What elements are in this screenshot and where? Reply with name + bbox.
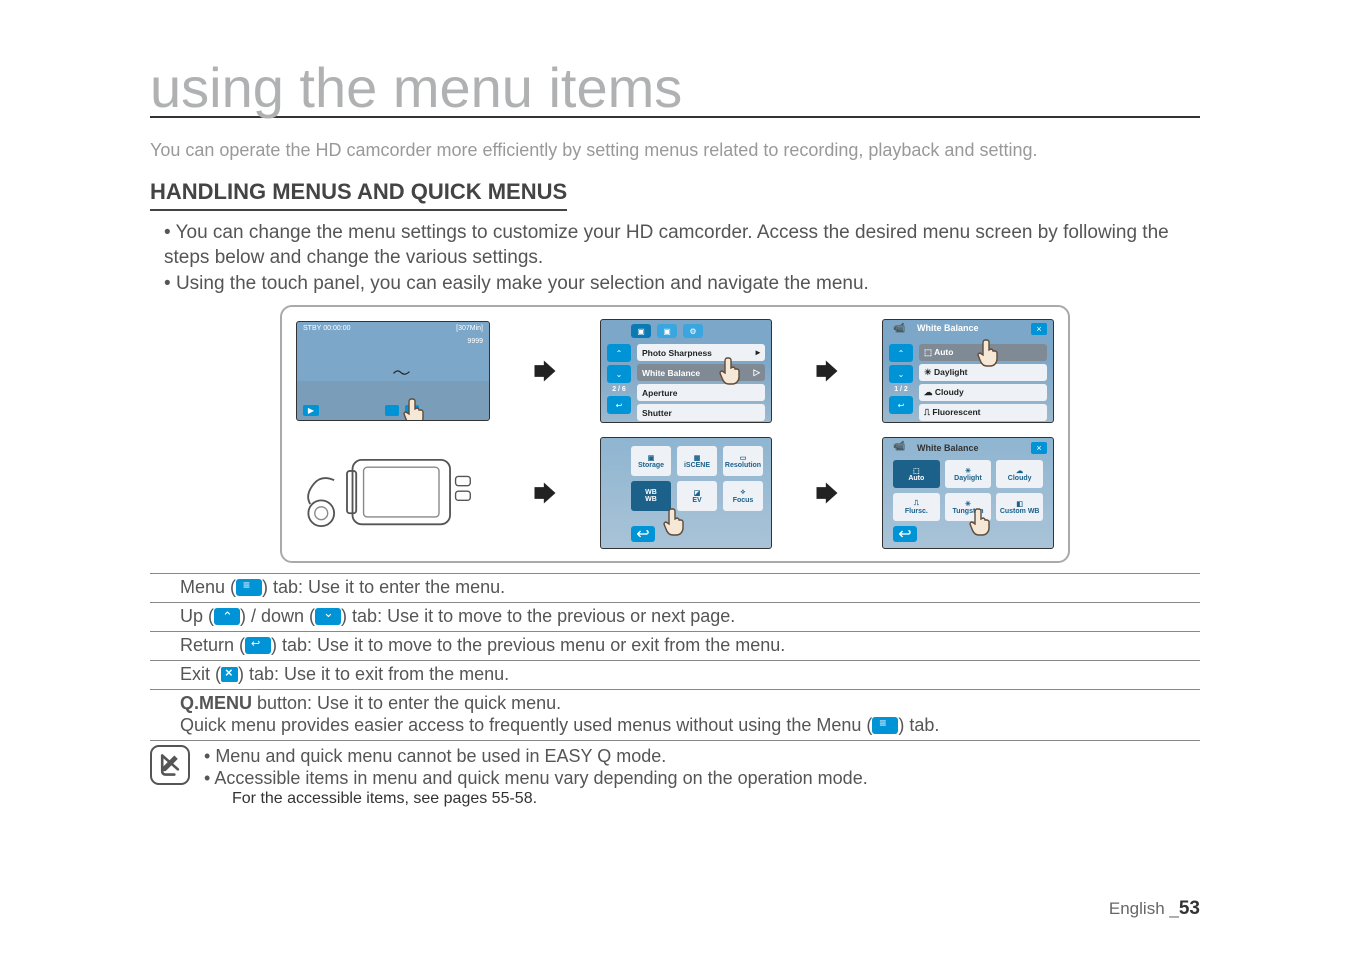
tab-disp-icon: ▣ bbox=[657, 324, 677, 338]
arrow-icon bbox=[813, 479, 841, 507]
menu-tab-icon bbox=[385, 405, 399, 416]
wb-cloudy: ☁Cloudy bbox=[996, 460, 1043, 488]
up-btn: ⌃ bbox=[889, 344, 913, 362]
exp-return: Return () tab: Use it to move to the pre… bbox=[150, 632, 1200, 661]
up-icon bbox=[214, 608, 240, 625]
menu-icon bbox=[236, 579, 262, 596]
page-footer: English _53 bbox=[1109, 898, 1200, 920]
menu-list-screen: ▣ ▣ ⚙ ⌃ ⌄ 2 / 6 ↩ Photo Sharpness▸ White… bbox=[600, 319, 772, 423]
stby-label: STBY bbox=[303, 325, 321, 332]
footer-lang: English bbox=[1109, 899, 1165, 918]
exit-icon bbox=[221, 667, 238, 682]
arrow-icon bbox=[531, 479, 559, 507]
close-icon: × bbox=[1031, 323, 1047, 335]
arrow-icon bbox=[531, 357, 559, 385]
exp-exit: Exit () tab: Use it to exit from the men… bbox=[150, 661, 1200, 690]
down-icon bbox=[315, 608, 341, 625]
return-icon bbox=[245, 637, 271, 654]
qmenu-storage: ▣Storage bbox=[631, 446, 671, 476]
wb-grid-title: White Balance bbox=[917, 443, 979, 453]
hand-icon bbox=[663, 507, 687, 542]
bullet-2: Using the touch panel, you can easily ma… bbox=[164, 272, 1200, 297]
return-btn: ↩ bbox=[607, 396, 631, 414]
intro-text: You can operate the HD camcorder more ef… bbox=[150, 140, 1200, 161]
camera-mode-icon: 📹 bbox=[893, 441, 905, 452]
camera-mode-icon: 📹 bbox=[893, 323, 905, 334]
wb-page: 1 / 2 bbox=[889, 386, 913, 393]
photo-count: 9999 bbox=[467, 338, 483, 345]
page-title: using the menu items bbox=[150, 60, 1200, 118]
menu-item-wb: White Balance▷ bbox=[637, 364, 765, 381]
wb-flursc: ⎍Flursc. bbox=[893, 493, 940, 521]
qmenu-focus: ⟡Focus bbox=[723, 481, 763, 511]
note-2: Accessible items in menu and quick menu … bbox=[204, 767, 868, 790]
hand-icon bbox=[969, 507, 993, 542]
exp-qmenu: Q.MENU button: Use it to enter the quick… bbox=[150, 690, 1200, 741]
close-icon: × bbox=[1031, 442, 1047, 454]
qmenu-iscene: ▦iSCENE bbox=[677, 446, 717, 476]
live-view-screen: STBY 00:00:00 [307Min] 9999 ▶ bbox=[296, 321, 490, 421]
wb-cloudy: ☁ Cloudy bbox=[919, 384, 1047, 401]
wb-title: White Balance bbox=[917, 323, 979, 333]
menu-item-aperture: Aperture bbox=[637, 384, 765, 401]
tab-explanations: Menu () tab: Use it to enter the menu. U… bbox=[150, 573, 1200, 741]
note-icon bbox=[150, 745, 190, 785]
wb-auto: ⬚Auto bbox=[893, 460, 940, 488]
diagram-row-1: STBY 00:00:00 [307Min] 9999 ▶ ▣ bbox=[296, 319, 1054, 423]
bird-icon bbox=[391, 366, 411, 380]
hand-icon bbox=[977, 338, 1001, 370]
play-tab: ▶ bbox=[303, 405, 319, 416]
tab-record-icon: ▣ bbox=[631, 324, 651, 338]
return-btn: ↩ bbox=[889, 396, 913, 414]
return-btn: ↩ bbox=[893, 526, 917, 542]
qmenu-screen: ▣Storage ▦iSCENE ▭Resolution WBWB ◪EV ⟡F… bbox=[600, 437, 772, 549]
qmenu-resolution: ▭Resolution bbox=[723, 446, 763, 476]
section-heading: HANDLING MENUS AND QUICK MENUS bbox=[150, 179, 567, 211]
tab-settings-icon: ⚙ bbox=[683, 324, 703, 338]
note-2-sub: For the accessible items, see pages 55-5… bbox=[204, 790, 868, 808]
exp-menu: Menu () tab: Use it to enter the menu. bbox=[150, 573, 1200, 603]
down-btn: ⌄ bbox=[889, 365, 913, 383]
exp-updown: Up () / down () tab: Use it to move to t… bbox=[150, 603, 1200, 632]
menu-item-sharpness: Photo Sharpness▸ bbox=[637, 344, 765, 361]
wb-fluorescent: ⎍ Fluorescent bbox=[919, 404, 1047, 421]
notes-block: Menu and quick menu cannot be used in EA… bbox=[150, 745, 1200, 808]
page-number: 53 bbox=[1179, 898, 1200, 919]
time-label: 00:00:00 bbox=[323, 325, 350, 332]
bullet-1: You can change the menu settings to cust… bbox=[164, 221, 1200, 270]
main-bullets: You can change the menu settings to cust… bbox=[150, 221, 1200, 297]
qmenu-label: Q.MENU bbox=[180, 693, 252, 713]
down-btn: ⌄ bbox=[607, 365, 631, 383]
wb-custom: ◧Custom WB bbox=[996, 493, 1043, 521]
screens-diagram: STBY 00:00:00 [307Min] 9999 ▶ ▣ bbox=[280, 305, 1070, 563]
rem-label: [307Min] bbox=[456, 325, 483, 332]
hand-icon bbox=[403, 397, 427, 421]
note-1: Menu and quick menu cannot be used in EA… bbox=[204, 745, 868, 768]
menu-item-shutter: Shutter bbox=[637, 404, 765, 421]
up-btn: ⌃ bbox=[607, 344, 631, 362]
wb-grid-screen: 📹 White Balance × ⬚Auto ☀Daylight ☁Cloud… bbox=[882, 437, 1054, 549]
hand-icon bbox=[719, 356, 743, 388]
footer-sep: _ bbox=[1169, 899, 1178, 918]
page-indicator: 2 / 6 bbox=[607, 386, 631, 393]
camcorder-illustration bbox=[296, 443, 490, 543]
wb-daylight: ☀Daylight bbox=[945, 460, 992, 488]
arrow-icon bbox=[813, 357, 841, 385]
menu-icon bbox=[872, 717, 898, 734]
diagram-row-2: ▣Storage ▦iSCENE ▭Resolution WBWB ◪EV ⟡F… bbox=[296, 437, 1054, 549]
wb-list-screen: 📹 White Balance × ⌃ ⌄ 1 / 2 ↩ ⬚ Auto ☀ D… bbox=[882, 319, 1054, 423]
return-btn: ↩ bbox=[631, 526, 655, 542]
